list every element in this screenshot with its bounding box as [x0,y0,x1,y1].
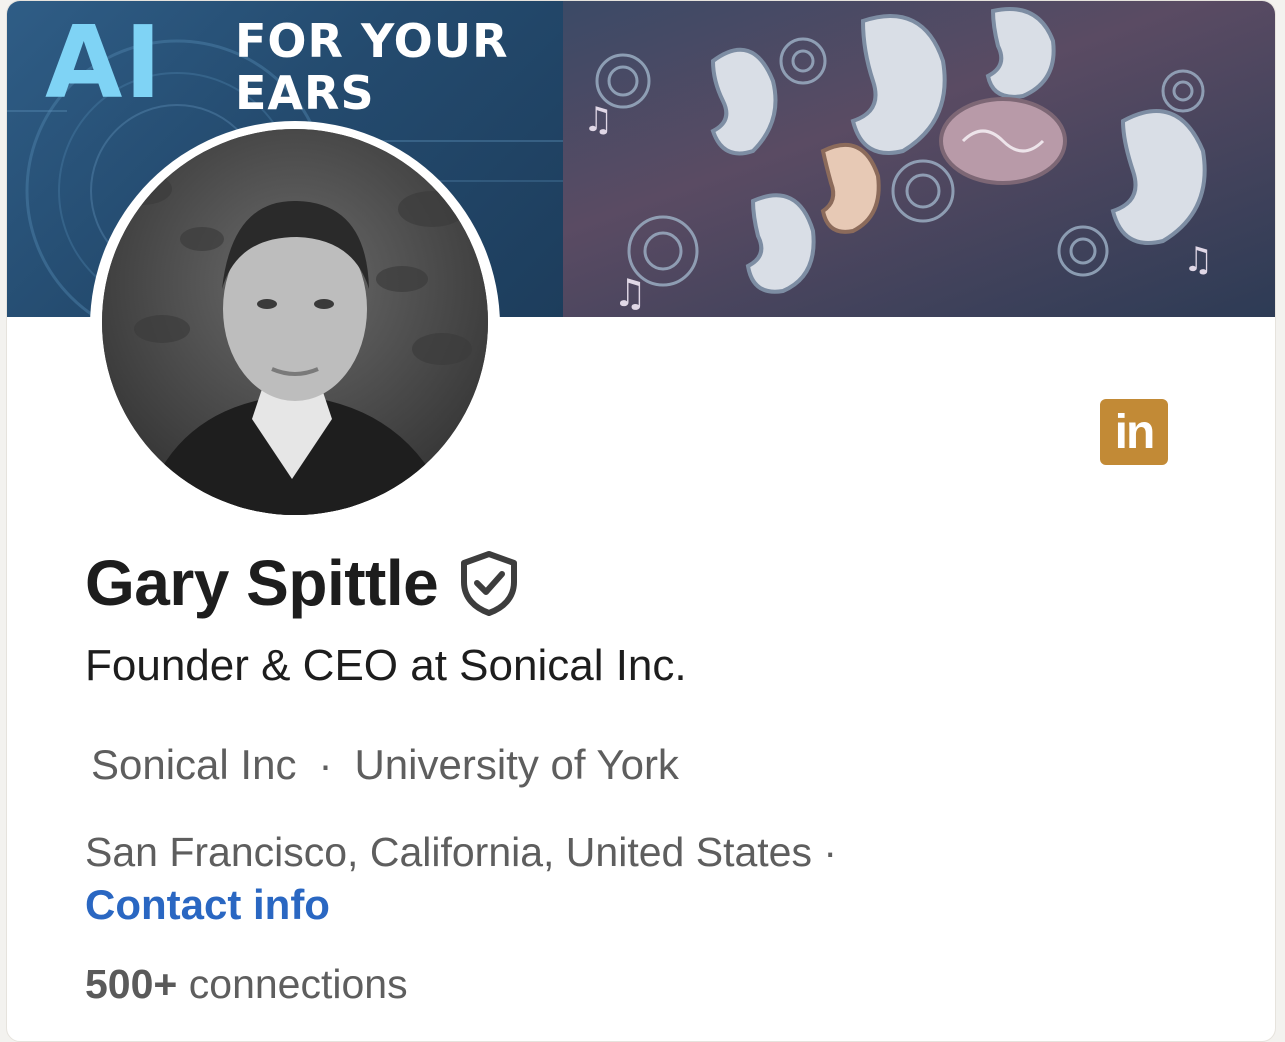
svg-text:♫: ♫ [613,271,647,315]
profile-location: San Francisco, California, United States… [85,829,837,875]
profile-card: AI FOR YOUR EARS ♫ ♫ ♫ in Gary Spittle F… [6,0,1276,1042]
svg-text:♫: ♫ [1183,240,1213,280]
ears-collage-image: ♫ ♫ ♫ [583,7,1213,315]
svg-text:♫: ♫ [583,100,613,140]
contact-info-link[interactable]: Contact info [85,881,330,929]
separator-dot: · [318,741,333,788]
connections-label: connections [188,961,408,1007]
profile-headline: Founder & CEO at Sonical Inc. [85,641,687,690]
avatar[interactable] [102,129,488,515]
banner-ai-text: AI [45,4,164,121]
school-link[interactable]: University of York [354,741,678,789]
profile-organizations: Sonical Inc · University of York [91,741,679,789]
profile-photo [102,129,488,515]
profile-name-row: Gary Spittle [85,546,520,620]
banner-tagline-line2: EARS [235,66,375,120]
connections-number: 500+ [85,961,178,1007]
banner-tagline: FOR YOUR EARS [235,15,509,119]
linkedin-icon[interactable]: in [1100,399,1168,465]
profile-name: Gary Spittle [85,547,439,619]
company-link[interactable]: Sonical Inc [91,741,296,789]
verified-shield-icon[interactable] [458,550,520,616]
banner-tagline-line1: FOR YOUR [235,14,509,68]
banner-ears-artwork: ♫ ♫ ♫ [563,1,1275,317]
connections-count[interactable]: 500+ connections [85,961,408,1008]
